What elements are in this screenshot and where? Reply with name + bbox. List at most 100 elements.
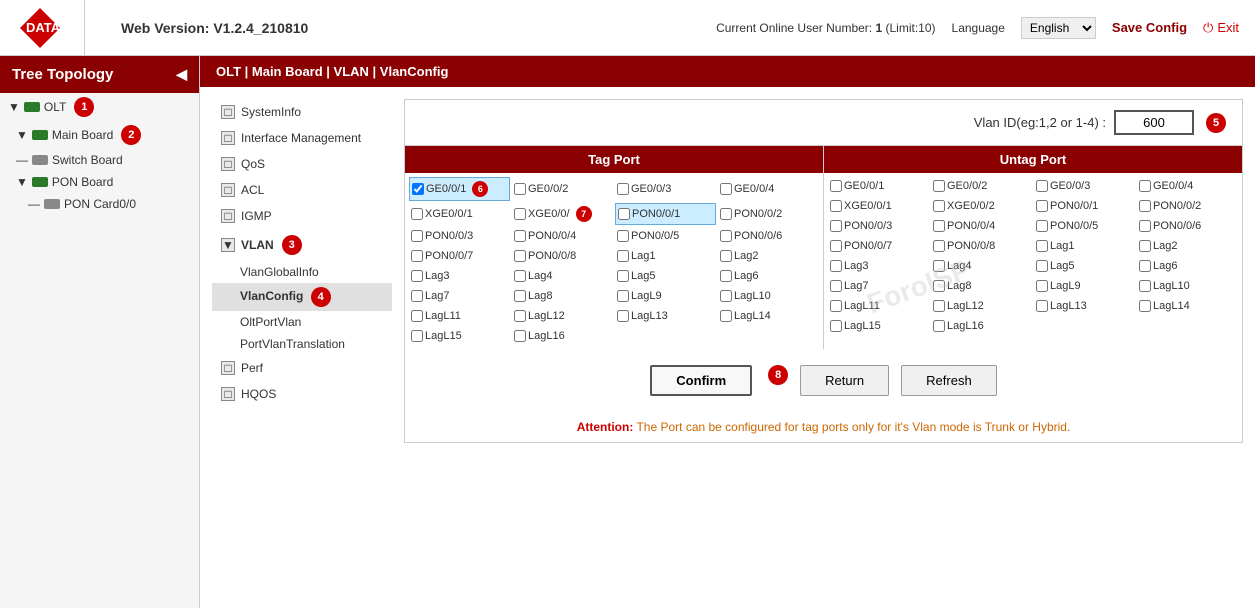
tag-port-pon001[interactable]: PON0/0/1 bbox=[615, 203, 716, 225]
untag-port-lag3[interactable]: Lag3 bbox=[828, 257, 929, 275]
tag-port-lagl11[interactable]: LagL11 bbox=[409, 307, 510, 325]
untag-port-lagl14[interactable]: LagL14 bbox=[1137, 297, 1238, 315]
tag-port-lagl11-checkbox[interactable] bbox=[411, 310, 423, 322]
tag-port-lagl13[interactable]: LagL13 bbox=[615, 307, 716, 325]
tag-port-lagl10[interactable]: LagL10 bbox=[718, 287, 819, 305]
nav-interface[interactable]: □ Interface Management bbox=[212, 125, 392, 151]
untag-port-lag8[interactable]: Lag8 bbox=[931, 277, 1032, 295]
untag-port-lag5[interactable]: Lag5 bbox=[1034, 257, 1135, 275]
tag-port-pon003-checkbox[interactable] bbox=[411, 230, 423, 242]
sidebar-item-switchboard[interactable]: — Switch Board bbox=[0, 149, 199, 171]
tag-port-lagl9[interactable]: LagL9 bbox=[615, 287, 716, 305]
untag-port-lag6-checkbox[interactable] bbox=[1139, 260, 1151, 272]
tag-port-pon007-checkbox[interactable] bbox=[411, 250, 423, 262]
tag-port-lag3-checkbox[interactable] bbox=[411, 270, 423, 282]
untag-port-pon002[interactable]: PON0/0/2 bbox=[1137, 197, 1238, 215]
tag-port-lagl10-checkbox[interactable] bbox=[720, 290, 732, 302]
refresh-button[interactable]: Refresh bbox=[901, 365, 997, 396]
tag-port-lag3[interactable]: Lag3 bbox=[409, 267, 510, 285]
untag-port-pon008[interactable]: PON0/0/8 bbox=[931, 237, 1032, 255]
untag-port-xge002-checkbox[interactable] bbox=[933, 200, 945, 212]
sidebar-item-olt[interactable]: ▼ OLT 1 bbox=[0, 93, 199, 121]
untag-port-lagl9[interactable]: LagL9 bbox=[1034, 277, 1135, 295]
save-config-link[interactable]: Save Config bbox=[1112, 20, 1187, 35]
tag-port-pon008-checkbox[interactable] bbox=[514, 250, 526, 262]
untag-port-lagl15[interactable]: LagL15 bbox=[828, 317, 929, 335]
untag-port-pon004-checkbox[interactable] bbox=[933, 220, 945, 232]
tag-port-lagl12-checkbox[interactable] bbox=[514, 310, 526, 322]
nav-vlanglobalinfo[interactable]: VlanGlobalInfo bbox=[212, 261, 392, 283]
untag-port-pon002-checkbox[interactable] bbox=[1139, 200, 1151, 212]
tag-port-lagl16[interactable]: LagL16 bbox=[512, 327, 613, 345]
tag-port-lagl13-checkbox[interactable] bbox=[617, 310, 629, 322]
untag-port-pon007[interactable]: PON0/0/7 bbox=[828, 237, 929, 255]
untag-port-lag2-checkbox[interactable] bbox=[1139, 240, 1151, 252]
tag-port-lag5[interactable]: Lag5 bbox=[615, 267, 716, 285]
tag-port-ge001[interactable]: GE0/0/1 6 bbox=[409, 177, 510, 201]
untag-port-pon004[interactable]: PON0/0/4 bbox=[931, 217, 1032, 235]
untag-port-pon001-checkbox[interactable] bbox=[1036, 200, 1048, 212]
untag-port-lagl11[interactable]: LagL11 bbox=[828, 297, 929, 315]
untag-port-lag1-checkbox[interactable] bbox=[1036, 240, 1048, 252]
untag-port-pon007-checkbox[interactable] bbox=[830, 240, 842, 252]
tag-port-pon003[interactable]: PON0/0/3 bbox=[409, 227, 510, 245]
nav-vlanconfig[interactable]: VlanConfig 4 bbox=[212, 283, 392, 311]
tag-port-ge001-checkbox[interactable] bbox=[412, 183, 424, 195]
untag-port-lag4-checkbox[interactable] bbox=[933, 260, 945, 272]
tag-port-ge002[interactable]: GE0/0/2 bbox=[512, 177, 613, 201]
tag-port-lagl14[interactable]: LagL14 bbox=[718, 307, 819, 325]
nav-hqos[interactable]: □ HQOS bbox=[212, 381, 392, 407]
tag-port-xge000-checkbox[interactable] bbox=[514, 208, 526, 220]
tag-port-lagl15-checkbox[interactable] bbox=[411, 330, 423, 342]
untag-port-lag5-checkbox[interactable] bbox=[1036, 260, 1048, 272]
untag-port-pon008-checkbox[interactable] bbox=[933, 240, 945, 252]
untag-port-lagl13[interactable]: LagL13 bbox=[1034, 297, 1135, 315]
untag-port-lag8-checkbox[interactable] bbox=[933, 280, 945, 292]
untag-port-lag6[interactable]: Lag6 bbox=[1137, 257, 1238, 275]
tag-port-lag2-checkbox[interactable] bbox=[720, 250, 732, 262]
untag-port-pon003-checkbox[interactable] bbox=[830, 220, 842, 232]
tag-port-pon008[interactable]: PON0/0/8 bbox=[512, 247, 613, 265]
language-select[interactable]: English Chinese bbox=[1021, 17, 1096, 39]
untag-port-lagl13-checkbox[interactable] bbox=[1036, 300, 1048, 312]
untag-port-ge001[interactable]: GE0/0/1 bbox=[828, 177, 929, 195]
tag-port-pon006-checkbox[interactable] bbox=[720, 230, 732, 242]
tag-port-ge003[interactable]: GE0/0/3 bbox=[615, 177, 716, 201]
untag-port-ge001-checkbox[interactable] bbox=[830, 180, 842, 192]
untag-port-lagl16[interactable]: LagL16 bbox=[931, 317, 1032, 335]
tag-port-lagl15[interactable]: LagL15 bbox=[409, 327, 510, 345]
untag-port-pon005[interactable]: PON0/0/5 bbox=[1034, 217, 1135, 235]
nav-vlan[interactable]: ▼ VLAN 3 bbox=[212, 229, 392, 261]
tag-port-pon002-checkbox[interactable] bbox=[720, 208, 732, 220]
tag-port-ge002-checkbox[interactable] bbox=[514, 183, 526, 195]
untag-port-ge004[interactable]: GE0/0/4 bbox=[1137, 177, 1238, 195]
sidebar-item-ponboard[interactable]: ▼ PON Board bbox=[0, 171, 199, 193]
untag-port-lagl9-checkbox[interactable] bbox=[1036, 280, 1048, 292]
untag-port-ge002[interactable]: GE0/0/2 bbox=[931, 177, 1032, 195]
untag-port-lagl15-checkbox[interactable] bbox=[830, 320, 842, 332]
tag-port-ge004-checkbox[interactable] bbox=[720, 183, 732, 195]
untag-port-xge002[interactable]: XGE0/0/2 bbox=[931, 197, 1032, 215]
tag-port-pon002[interactable]: PON0/0/2 bbox=[718, 203, 819, 225]
nav-portvlantranslation[interactable]: PortVlanTranslation bbox=[212, 333, 392, 355]
return-button[interactable]: Return bbox=[800, 365, 889, 396]
untag-port-lagl11-checkbox[interactable] bbox=[830, 300, 842, 312]
sidebar-item-poncard[interactable]: — PON Card0/0 bbox=[0, 193, 199, 215]
untag-port-pon006[interactable]: PON0/0/6 bbox=[1137, 217, 1238, 235]
untag-port-pon003[interactable]: PON0/0/3 bbox=[828, 217, 929, 235]
tag-port-lag1-checkbox[interactable] bbox=[617, 250, 629, 262]
tag-port-pon006[interactable]: PON0/0/6 bbox=[718, 227, 819, 245]
tag-port-lagl12[interactable]: LagL12 bbox=[512, 307, 613, 325]
untag-port-ge002-checkbox[interactable] bbox=[933, 180, 945, 192]
tag-port-lag8-checkbox[interactable] bbox=[514, 290, 526, 302]
untag-port-lag1[interactable]: Lag1 bbox=[1034, 237, 1135, 255]
untag-port-pon006-checkbox[interactable] bbox=[1139, 220, 1151, 232]
tag-port-lag8[interactable]: Lag8 bbox=[512, 287, 613, 305]
tag-port-lag6[interactable]: Lag6 bbox=[718, 267, 819, 285]
tag-port-lag4-checkbox[interactable] bbox=[514, 270, 526, 282]
collapse-icon[interactable]: ◀ bbox=[176, 66, 187, 83]
sidebar-item-mainboard[interactable]: ▼ Main Board 2 bbox=[0, 121, 199, 149]
untag-port-pon001[interactable]: PON0/0/1 bbox=[1034, 197, 1135, 215]
tag-port-lag5-checkbox[interactable] bbox=[617, 270, 629, 282]
tag-port-lag7-checkbox[interactable] bbox=[411, 290, 423, 302]
